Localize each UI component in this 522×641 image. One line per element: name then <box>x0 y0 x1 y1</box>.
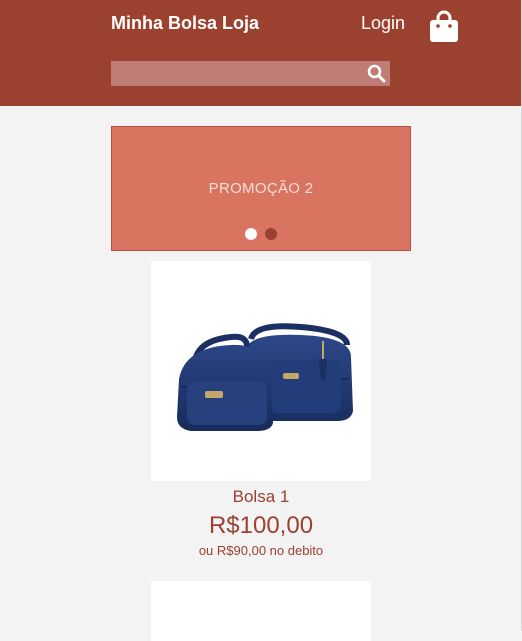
promo-banner[interactable]: PROMOÇÃO 2 <box>111 126 411 251</box>
product-price: R$100,00 <box>208 512 314 539</box>
carousel-dot[interactable] <box>265 228 277 240</box>
product-name[interactable]: Bolsa 1 <box>111 487 411 507</box>
carousel-dot-active[interactable] <box>245 228 257 240</box>
product-image[interactable] <box>151 261 371 481</box>
promo-banner-text: PROMOÇÃO 2 <box>208 180 314 197</box>
search-bar <box>111 61 390 86</box>
site-header: Minha Bolsa Loja Login <box>0 0 522 106</box>
search-icon[interactable] <box>367 64 386 83</box>
login-link[interactable]: Login <box>361 12 405 34</box>
search-input[interactable] <box>111 61 361 86</box>
navy-handbag-image <box>177 323 353 431</box>
brand-logo-link[interactable]: Minha Bolsa Loja <box>111 11 261 36</box>
shopping-bag-icon[interactable] <box>429 9 459 43</box>
product-debit-price: ou R$90,00 no debito <box>198 543 324 558</box>
product-image[interactable] <box>151 581 371 641</box>
